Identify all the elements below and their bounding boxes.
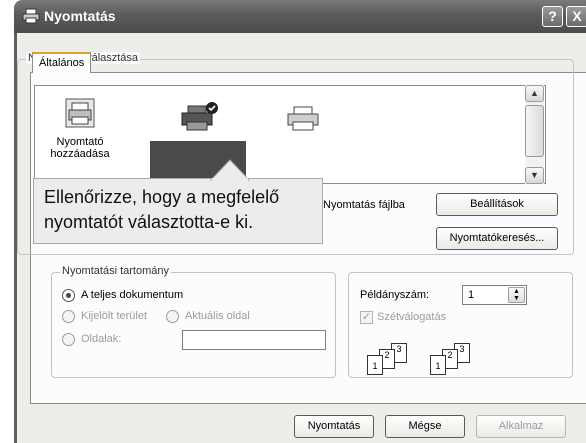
printer-icon[interactable]: [284, 104, 324, 134]
print-button[interactable]: Nyomtatás: [294, 415, 374, 438]
callout-line1: Ellenőrizze, hogy a megfelelő: [44, 187, 280, 207]
add-printer-item[interactable]: Nyomtató hozzáadása: [50, 94, 110, 160]
window-title: Nyomtatás: [44, 8, 116, 24]
instruction-callout: Ellenőrizze, hogy a megfelelő nyomtatót …: [33, 178, 323, 244]
radio-selection[interactable]: [62, 310, 75, 323]
pages-input[interactable]: [182, 330, 326, 350]
callout-pointer: [210, 159, 250, 181]
print-to-file-label[interactable]: Nyomtatás fájlba: [323, 199, 405, 211]
find-printer-button[interactable]: Nyomtatókeresés...: [436, 227, 558, 250]
callout-line2: nyomtatót választotta-e ki.: [44, 212, 254, 232]
printer-list-scrollbar[interactable]: ▲ ▼: [525, 85, 544, 184]
collate-label: Szétválogatás: [377, 311, 447, 323]
printer-icon: [22, 8, 40, 24]
cancel-button[interactable]: Mégse: [385, 415, 465, 438]
copies-value: 1: [468, 289, 475, 301]
add-printer-label-line2: hozzáadása: [50, 148, 110, 160]
page-1-icon: 1: [430, 355, 446, 375]
radio-all-document[interactable]: [62, 289, 75, 302]
scroll-thumb[interactable]: [525, 105, 544, 157]
copies-spinner[interactable]: 1 ▲ ▼: [462, 285, 527, 305]
radio-pages[interactable]: [62, 333, 75, 346]
pages-label: Oldalak:: [81, 333, 122, 345]
print-range-title: Nyomtatási tartomány: [60, 265, 171, 277]
add-printer-label: Nyomtató hozzáadása: [50, 136, 110, 160]
printer-list[interactable]: [34, 85, 546, 184]
add-printer-label-line1: Nyomtató: [56, 136, 104, 148]
page-1-icon: 1: [367, 355, 383, 375]
print-range-group: Nyomtatási tartomány: [51, 265, 336, 378]
copies-label: Példányszám:: [360, 289, 430, 301]
spin-arrows-icon[interactable]: ▲ ▼: [508, 287, 525, 303]
all-document-label: A teljes dokumentum: [81, 289, 184, 301]
scroll-up-icon[interactable]: ▲: [525, 85, 544, 102]
default-printer-icon[interactable]: [178, 100, 220, 134]
radio-current-page[interactable]: [166, 310, 179, 323]
scroll-down-icon[interactable]: ▼: [525, 167, 544, 184]
close-icon[interactable]: X: [566, 6, 586, 27]
settings-button[interactable]: Beállítások: [436, 193, 558, 216]
title-bar[interactable]: Nyomtatás ? X: [14, 0, 586, 33]
tab-general[interactable]: Általános: [32, 52, 92, 73]
help-icon[interactable]: ?: [542, 6, 563, 27]
collate-checkbox[interactable]: ✓: [360, 311, 373, 324]
add-printer-icon: [65, 98, 95, 128]
selection-label: Kijelölt terület: [81, 310, 148, 322]
apply-button[interactable]: Alkalmaz: [476, 415, 566, 438]
current-page-label: Aktuális oldal: [185, 310, 250, 322]
